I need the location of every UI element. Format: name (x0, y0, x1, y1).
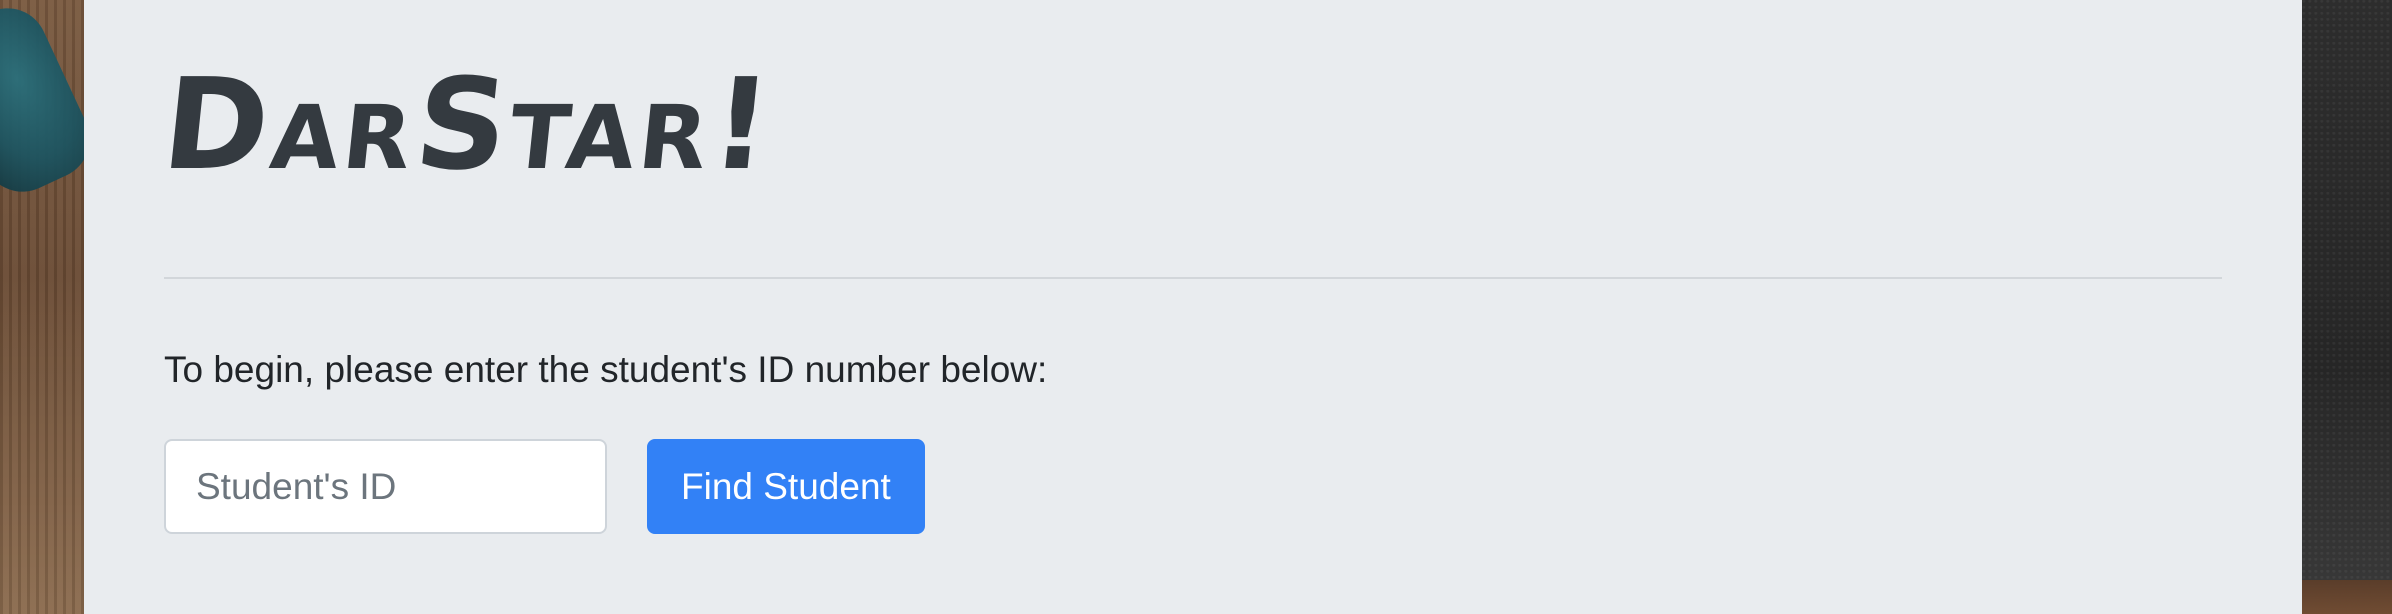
student-search-form: Find Student (164, 439, 925, 534)
jumbotron-panel: DarStar! To begin, please enter the stud… (84, 0, 2302, 614)
find-student-button[interactable]: Find Student (647, 439, 925, 534)
background-felt-right (2302, 0, 2392, 614)
site-logo-title: DarStar! (156, 51, 782, 198)
student-id-input[interactable] (164, 439, 607, 534)
instruction-text: To begin, please enter the student's ID … (164, 349, 1048, 390)
background-wood-corner (2302, 580, 2392, 614)
divider (164, 277, 2222, 279)
